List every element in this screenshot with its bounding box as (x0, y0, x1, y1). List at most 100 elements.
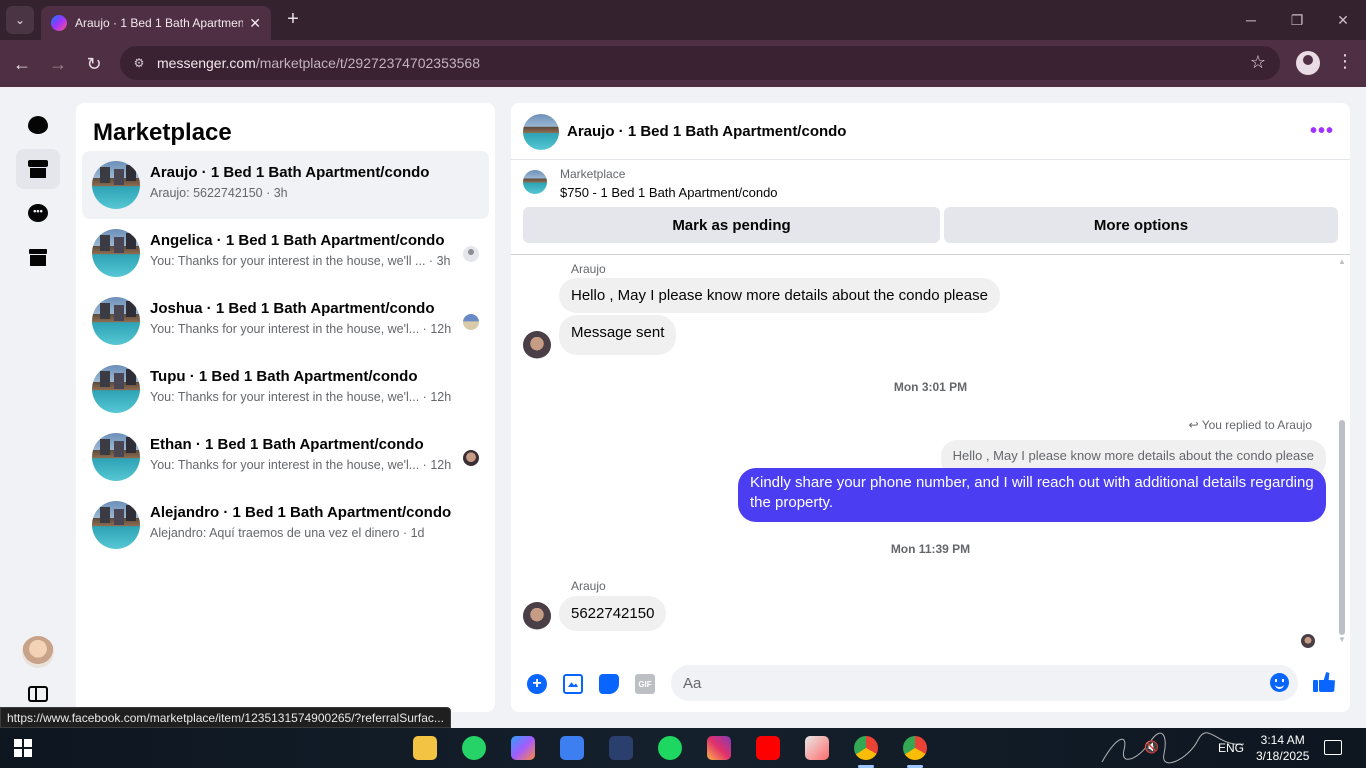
window-controls: ─ ❐ ✕ (1228, 0, 1366, 40)
outgoing-message[interactable]: Kindly share your phone number, and I wi… (738, 468, 1326, 522)
conversation-title: Joshua · 1 Bed 1 Bath Apartment/condo (150, 300, 435, 317)
conversation-item[interactable]: Tupu · 1 Bed 1 Bath Apartment/condo You:… (82, 355, 489, 423)
conversation-title: Alejandro · 1 Bed 1 Bath Apartment/condo (150, 504, 452, 521)
store-app-icon[interactable] (560, 736, 584, 760)
youtube-icon[interactable] (756, 736, 780, 760)
conversation-preview: Araujo: 5622742150 · 3h (150, 186, 288, 200)
clock-time: 3:14 AM (1260, 733, 1305, 747)
profile-icon[interactable] (1296, 51, 1320, 75)
conversation-item[interactable]: Joshua · 1 Bed 1 Bath Apartment/condo Yo… (82, 287, 489, 355)
user-avatar[interactable] (22, 636, 54, 668)
marketplace-nav[interactable] (16, 149, 60, 189)
back-button[interactable]: ← (8, 50, 36, 78)
timestamp: Mon 3:01 PM (893, 380, 968, 394)
chrome-profile-icon[interactable] (903, 736, 927, 768)
incoming-message[interactable]: 5622742150 (559, 596, 667, 631)
url-host: messenger.com (157, 55, 256, 71)
sender-avatar[interactable] (523, 602, 551, 630)
listing-thumbnail (92, 297, 140, 345)
listing-thumbnail (92, 433, 140, 481)
conversation-title: Araujo · 1 Bed 1 Bath Apartment/condo (150, 164, 430, 181)
more-options-button[interactable]: More options (944, 207, 1338, 243)
requests-nav[interactable]: ••• (16, 193, 60, 233)
browser-menu-icon[interactable]: ⋮ (1336, 51, 1354, 72)
clock[interactable]: 3:14 AM 3/18/2025 (1256, 732, 1309, 764)
scroll-thumb[interactable] (1339, 420, 1345, 635)
restore-button[interactable]: ❐ (1274, 0, 1320, 40)
reload-button[interactable]: ↻ (80, 50, 108, 78)
notification-icon[interactable] (1324, 740, 1342, 755)
reply-icon: ↩ (1188, 418, 1202, 432)
address-bar[interactable]: ⚙ messenger.com/marketplace/t/2927237470… (120, 46, 1280, 80)
message-thread: Araujo Hello , May I please know more de… (511, 255, 1350, 650)
chat-avatar[interactable] (523, 114, 559, 150)
chat-title[interactable]: Araujo · 1 Bed 1 Bath Apartment/condo (567, 123, 846, 140)
listing-thumbnail[interactable] (523, 170, 547, 194)
app-icon[interactable] (805, 736, 829, 760)
conversation-item[interactable]: Ethan · 1 Bed 1 Bath Apartment/condo You… (82, 423, 489, 491)
instagram-icon[interactable] (707, 736, 731, 760)
message-composer: + GIF (511, 650, 1350, 712)
store-icon (28, 160, 48, 178)
list-title: Marketplace (93, 119, 232, 146)
file-explorer-icon[interactable] (413, 736, 437, 760)
archive-icon (29, 248, 47, 266)
spotify-icon[interactable] (658, 736, 682, 760)
windows-start-icon[interactable] (14, 739, 32, 757)
sender-avatar[interactable] (523, 331, 551, 359)
mark-pending-button[interactable]: Mark as pending (523, 207, 940, 243)
minimize-button[interactable]: ─ (1228, 0, 1274, 40)
tab-close-icon[interactable]: ✕ (249, 15, 261, 32)
conversation-item[interactable]: Araujo · 1 Bed 1 Bath Apartment/condo Ar… (82, 151, 489, 219)
message-requests-icon: ••• (28, 204, 48, 222)
thread-scrollbar[interactable]: ▲ ▼ (1337, 255, 1347, 650)
copilot-icon[interactable] (511, 736, 535, 760)
scroll-up-icon[interactable]: ▲ (1338, 257, 1346, 266)
messenger-rail: ••• (0, 87, 76, 728)
listing-thumbnail (92, 229, 140, 277)
sender-name: Araujo (571, 262, 606, 276)
bookmark-star-icon[interactable]: ☆ (1250, 52, 1266, 73)
listing-price[interactable]: $750 - 1 Bed 1 Bath Apartment/condo (560, 185, 778, 200)
more-icon[interactable]: ••• (1310, 120, 1334, 143)
reply-indicator: ↩ You replied to Araujo (1189, 418, 1312, 432)
chrome-icon[interactable] (854, 736, 878, 768)
read-receipt-avatar (463, 246, 479, 262)
conversation-item[interactable]: Angelica · 1 Bed 1 Bath Apartment/condo … (82, 219, 489, 287)
url-text: messenger.com/marketplace/t/292723747023… (157, 55, 480, 71)
whatsapp-icon[interactable] (462, 736, 486, 760)
chats-nav[interactable] (16, 105, 60, 145)
sticker-icon[interactable] (599, 674, 619, 694)
clock-date: 3/18/2025 (1256, 749, 1310, 763)
url-path: /marketplace/t/29272374702353568 (255, 55, 481, 71)
scroll-down-icon[interactable]: ▼ (1338, 635, 1346, 644)
image-icon[interactable] (563, 674, 583, 694)
status-url: https://www.facebook.com/marketplace/ite… (0, 707, 451, 728)
tab-search-button[interactable]: ⌄ (6, 6, 34, 34)
tab-title: Araujo · 1 Bed 1 Bath Apartment/condo (75, 16, 244, 30)
plus-icon[interactable]: + (527, 674, 547, 694)
chat-header: Araujo · 1 Bed 1 Bath Apartment/condo ••… (511, 103, 1350, 160)
incoming-message[interactable]: Hello , May I please know more details a… (559, 278, 1000, 313)
seen-indicator (1301, 634, 1315, 648)
emoji-icon[interactable] (1270, 673, 1289, 692)
close-window-button[interactable]: ✕ (1320, 0, 1366, 40)
photoshop-icon[interactable] (609, 736, 633, 760)
conversation-item[interactable]: Alejandro · 1 Bed 1 Bath Apartment/condo… (82, 491, 489, 559)
thumbs-up-icon[interactable] (1313, 671, 1335, 693)
browser-tab[interactable]: Araujo · 1 Bed 1 Bath Apartment/condo ✕ (41, 6, 271, 40)
volume-icon[interactable]: 🔇 (1144, 740, 1159, 754)
sidebar-toggle-icon[interactable] (28, 686, 48, 702)
incoming-message[interactable]: Message sent (559, 315, 677, 355)
browser-toolbar: ← → ↻ ⚙ messenger.com/marketplace/t/2927… (0, 40, 1366, 87)
gif-icon[interactable]: GIF (635, 674, 655, 694)
new-tab-button[interactable]: + (282, 8, 304, 32)
site-info-icon[interactable]: ⚙ (130, 54, 148, 72)
taskbar: 🔇 ENG 3:14 AM 3/18/2025 (0, 728, 1366, 768)
chat-list-panel: Marketplace Araujo · 1 Bed 1 Bath Apartm… (76, 103, 495, 712)
language-indicator[interactable]: ENG (1218, 741, 1244, 755)
forward-button[interactable]: → (44, 50, 72, 78)
archive-nav[interactable] (16, 237, 60, 277)
message-input[interactable] (671, 665, 1298, 701)
messenger-icon (51, 15, 67, 31)
